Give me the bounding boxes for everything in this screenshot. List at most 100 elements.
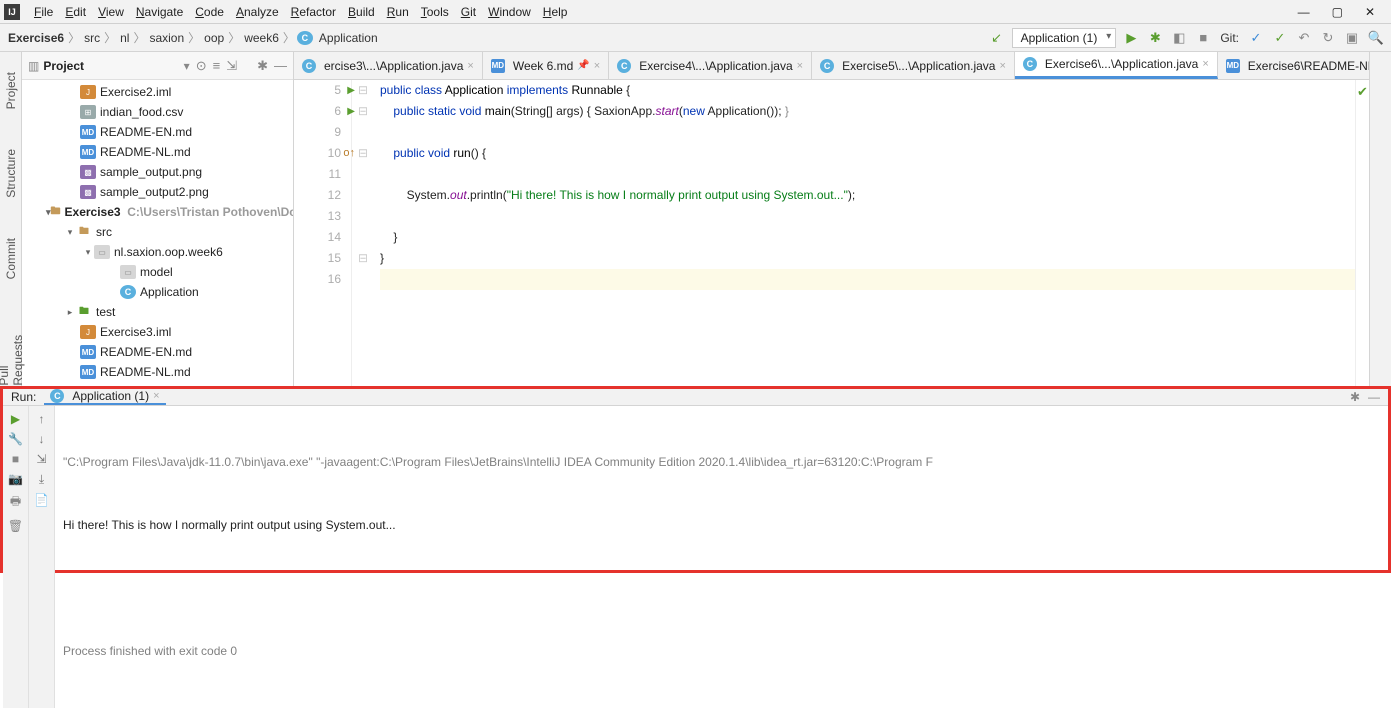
editor-tab[interactable]: Cercise3\...\Application.java×	[294, 52, 483, 79]
menu-code[interactable]: Code	[189, 3, 230, 21]
stop-run-button[interactable]: ■	[12, 452, 19, 466]
locate-file-icon[interactable]: ⊙	[196, 58, 207, 74]
tree-node[interactable]: ▩sample_output2.png	[22, 182, 293, 202]
scroll-end-icon[interactable]: ⤓	[39, 472, 44, 487]
ide-update-icon[interactable]: ▣	[1343, 29, 1361, 47]
editor-tab[interactable]: CExercise5\...\Application.java×	[812, 52, 1015, 79]
menu-tools[interactable]: Tools	[415, 3, 455, 21]
tree-node[interactable]: JExercise3.iml	[22, 322, 293, 342]
breadcrumb-leaf[interactable]: Application	[317, 31, 380, 45]
build-icon[interactable]: ↙	[988, 29, 1006, 47]
menu-help[interactable]: Help	[537, 3, 574, 21]
coverage-button[interactable]: ◧	[1170, 29, 1188, 47]
run-button[interactable]: ▶	[1122, 29, 1140, 47]
dir-g-icon: 🖿	[76, 305, 92, 319]
editor-tab[interactable]: CExercise4\...\Application.java×	[609, 52, 812, 79]
menu-run[interactable]: Run	[381, 3, 415, 21]
close-tab-icon[interactable]: ×	[594, 60, 600, 72]
breadcrumb-segment[interactable]: oop	[202, 31, 226, 45]
menu-file[interactable]: File	[28, 3, 59, 21]
menu-refactor[interactable]: Refactor	[285, 3, 342, 21]
tree-node[interactable]: ⊞indian_food.csv	[22, 102, 293, 122]
project-tree[interactable]: JExercise2.iml⊞indian_food.csvMDREADME-E…	[22, 80, 293, 386]
run-toolbar-secondary: ↑ ↓ ⇲ ⤓ 📄	[29, 406, 55, 708]
breadcrumb-segment[interactable]: week6	[242, 31, 281, 45]
menu-edit[interactable]: Edit	[59, 3, 92, 21]
git-history-icon[interactable]: ↶	[1295, 29, 1313, 47]
menu-view[interactable]: View	[92, 3, 130, 21]
tree-node[interactable]: ▾🖿src	[22, 222, 293, 242]
dump-threads-icon[interactable]: 📷	[8, 472, 23, 486]
breadcrumb-segment[interactable]: saxion	[147, 31, 186, 45]
commit-toolwindow-tab[interactable]: Commit	[4, 238, 18, 279]
close-tab-icon[interactable]: ×	[999, 60, 1005, 72]
project-toolwindow-tab[interactable]: Project	[4, 72, 18, 109]
print-icon[interactable]: 📄	[34, 493, 49, 507]
error-stripe[interactable]: ✔	[1355, 80, 1369, 386]
run-tab[interactable]: C Application (1) ×	[44, 389, 165, 405]
collapse-all-icon[interactable]: ⇲	[226, 58, 237, 74]
md-icon: MD	[80, 345, 96, 359]
tree-node[interactable]: ▭model	[22, 262, 293, 282]
run-config-selector[interactable]: Application (1)	[1012, 28, 1117, 48]
soft-wrap-icon[interactable]: ⇲	[36, 452, 46, 466]
tree-node[interactable]: CApplication	[22, 282, 293, 302]
code-editor[interactable]: 5▶6▶910o↑111213141516 ⊟⊟⊟⊟ public class …	[294, 80, 1369, 386]
delete-icon[interactable]: 🗑	[8, 519, 23, 533]
git-revert-icon[interactable]: ↻	[1319, 29, 1337, 47]
breadcrumb-root[interactable]: Exercise6	[6, 31, 66, 45]
tree-node[interactable]: MDREADME-EN.md	[22, 122, 293, 142]
debug-button[interactable]: ✱	[1146, 29, 1164, 47]
pull-requests-toolwindow-tab[interactable]: Pull Requests	[0, 319, 25, 386]
up-stack-icon[interactable]: ↑	[39, 412, 45, 426]
breadcrumb-segment[interactable]: nl	[118, 31, 131, 45]
tree-node[interactable]: ▾▭nl.saxion.oop.week6	[22, 242, 293, 262]
tree-node[interactable]: MDREADME-NL.md	[22, 362, 293, 382]
editor-tab[interactable]: MDWeek 6.md📌×	[483, 52, 609, 79]
close-tab-icon[interactable]: ×	[467, 60, 473, 72]
close-icon[interactable]: ×	[153, 390, 159, 402]
menu-window[interactable]: Window	[482, 3, 537, 21]
tree-node[interactable]: MDREADME-EN.md	[22, 342, 293, 362]
tree-node[interactable]: ▩sample_output.png	[22, 162, 293, 182]
editor-tab[interactable]: MDExercise6\README-NL.md×	[1218, 52, 1369, 79]
tree-node[interactable]: JExercise2.iml	[22, 82, 293, 102]
pkg-icon: ▭	[94, 245, 110, 259]
console-output[interactable]: "C:\Program Files\Java\jdk-11.0.7\bin\ja…	[55, 406, 1388, 708]
run-settings-icon[interactable]: ✱	[1350, 390, 1360, 404]
menu-navigate[interactable]: Navigate	[130, 3, 189, 21]
tree-node[interactable]: ▾🖿Exercise3 C:\Users\Tristan Pothoven\Do…	[22, 202, 293, 222]
structure-toolwindow-tab[interactable]: Structure	[4, 149, 18, 198]
project-view-icon[interactable]: ▥	[28, 59, 39, 73]
hide-run-panel-icon[interactable]: —	[1368, 390, 1380, 404]
pin-icon[interactable]: 📌	[577, 60, 589, 71]
stop-button[interactable]: ■	[1194, 29, 1212, 47]
override-gutter-icon[interactable]: o↑	[343, 143, 355, 164]
editor-tabs: Cercise3\...\Application.java×MDWeek 6.m…	[294, 52, 1369, 80]
hide-panel-icon[interactable]: —	[274, 58, 287, 74]
minimize-button[interactable]: —	[1298, 5, 1310, 19]
rerun-button[interactable]: ▶	[11, 412, 20, 426]
maximize-button[interactable]: ▢	[1332, 5, 1343, 19]
settings-icon[interactable]: ✱	[257, 58, 268, 74]
exit-icon[interactable]: 🖶	[10, 492, 21, 513]
breadcrumb-segment[interactable]: src	[82, 31, 102, 45]
run-gutter-icon[interactable]: ▶	[347, 80, 355, 101]
down-stack-icon[interactable]: ↓	[39, 432, 45, 446]
tree-node[interactable]: ▸🖿test	[22, 302, 293, 322]
close-button[interactable]: ✕	[1365, 5, 1375, 19]
menu-analyze[interactable]: Analyze	[230, 3, 285, 21]
cls-icon: C	[820, 59, 834, 73]
tree-node[interactable]: MDREADME-NL.md	[22, 142, 293, 162]
menu-git[interactable]: Git	[455, 3, 482, 21]
run-gutter-icon[interactable]: ▶	[347, 101, 355, 122]
expand-all-icon[interactable]: ≡	[213, 58, 221, 74]
close-tab-icon[interactable]: ×	[797, 60, 803, 72]
edit-config-icon[interactable]: 🔧	[8, 432, 23, 446]
editor-tab[interactable]: CExercise6\...\Application.java×	[1015, 52, 1218, 79]
search-icon[interactable]: 🔍	[1367, 29, 1385, 47]
git-commit-icon[interactable]: ✓	[1271, 29, 1289, 47]
git-update-icon[interactable]: ✓	[1247, 29, 1265, 47]
menu-build[interactable]: Build	[342, 3, 381, 21]
close-tab-icon[interactable]: ×	[1202, 58, 1208, 70]
